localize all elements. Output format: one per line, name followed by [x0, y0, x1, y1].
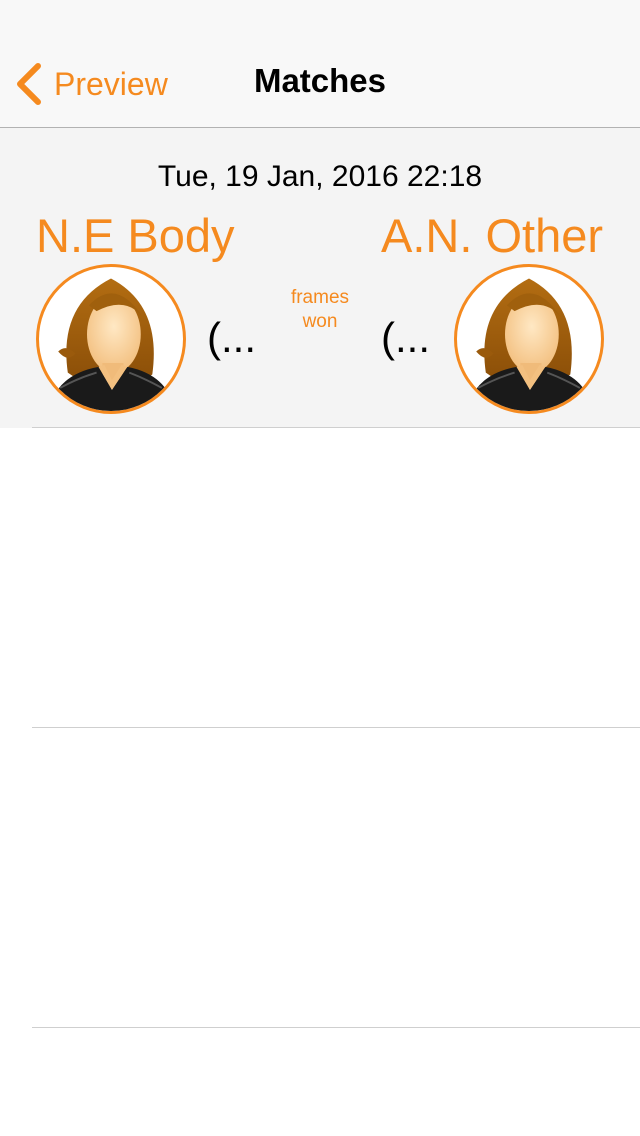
player1-name: N.E Body: [36, 209, 235, 262]
empty-list-row: [0, 428, 640, 727]
match-list-item[interactable]: Tue, 19 Jan, 2016 22:18 N.E Body A.N. Ot…: [0, 128, 640, 428]
female-avatar-icon: [48, 278, 176, 411]
player1-avatar: [36, 264, 186, 414]
player1-frames-won: (...: [207, 314, 256, 361]
frames-label-line1: frames: [290, 287, 350, 308]
player2-avatar: [454, 264, 604, 414]
frames-label-line2: won: [302, 311, 338, 332]
empty-list-row: [0, 728, 640, 1027]
player2-frames-won: (...: [381, 314, 430, 361]
match-date: Tue, 19 Jan, 2016 22:18: [157, 160, 483, 193]
row-separator: [32, 1027, 640, 1028]
navigation-bar: Preview Matches: [0, 0, 640, 128]
frames-won-label: frames won: [270, 286, 370, 334]
page-title: Matches: [253, 62, 387, 99]
female-avatar-icon: [466, 278, 594, 411]
player2-name: A.N. Other: [380, 209, 603, 262]
